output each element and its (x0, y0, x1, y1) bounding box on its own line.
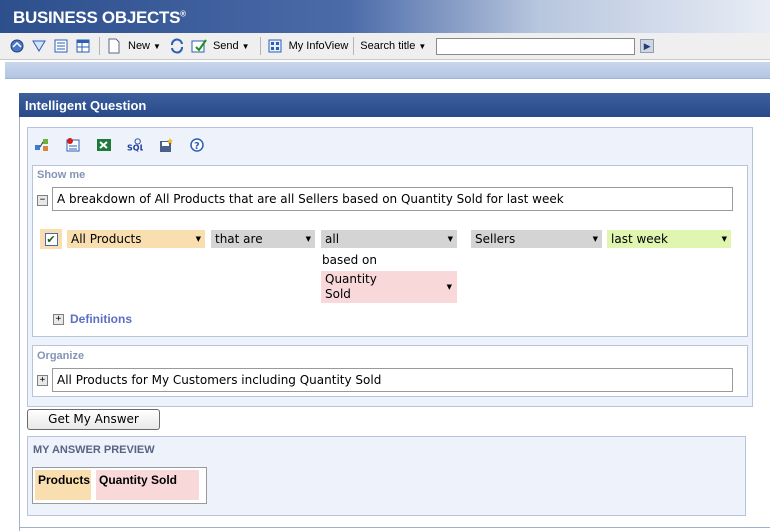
that-are-dropdown-value: that are (215, 232, 263, 246)
sellers-dropdown[interactable]: Sellers ▼ (471, 230, 602, 248)
preview-column-quantity-sold: Quantity Sold (96, 470, 199, 500)
report-icon[interactable] (65, 137, 81, 153)
my-infoview-link[interactable]: My InfoView (289, 40, 349, 52)
products-checkbox[interactable]: ✔ (44, 232, 58, 246)
chevron-down-icon: ▼ (305, 235, 311, 243)
app-banner: BUSINESS OBJECTS® (0, 0, 770, 33)
definitions-link[interactable]: Definitions (70, 312, 132, 326)
products-checkbox-wrap[interactable]: ✔ (40, 229, 62, 249)
get-my-answer-button[interactable]: Get My Answer (27, 409, 160, 430)
that-are-dropdown[interactable]: that are ▼ (211, 230, 315, 248)
go-arrow-icon[interactable]: ▶ (640, 39, 655, 53)
toolbar-separator (353, 37, 355, 55)
sellers-dropdown-value: Sellers (475, 232, 516, 246)
search-input[interactable] (436, 37, 636, 55)
show-me-sentence: A breakdown of All Products that are all… (52, 187, 733, 211)
answer-preview-label: MY ANSWER PREVIEW (33, 444, 155, 456)
send-dropdown-chevron-icon[interactable]: ▼ (242, 42, 250, 51)
logo-registered-mark: ® (180, 9, 186, 19)
products-dropdown[interactable]: All Products ▼ (67, 230, 205, 248)
quantity-sold-dropdown-value: Quantity Sold (325, 272, 377, 301)
infoview-icon[interactable] (267, 38, 283, 54)
products-dropdown-value: All Products (71, 232, 142, 246)
show-me-collapse-toggle[interactable]: − (37, 195, 48, 206)
organize-expand-toggle[interactable]: + (37, 375, 48, 386)
sql-icon[interactable]: SQL (127, 137, 143, 153)
svg-text:SQL: SQL (127, 143, 143, 152)
home-icon[interactable] (9, 38, 25, 54)
last-week-dropdown-value: last week (611, 232, 668, 246)
organize-label: Organize (37, 350, 85, 362)
based-on-label: based on (322, 253, 377, 267)
list-view-icon[interactable] (53, 38, 69, 54)
favorites-icon[interactable] (31, 38, 47, 54)
quantity-sold-dropdown[interactable]: Quantity Sold ▼ (321, 271, 457, 303)
new-dropdown-chevron-icon[interactable]: ▼ (153, 42, 161, 51)
business-objects-logo: BUSINESS OBJECTS® (13, 8, 186, 28)
toolbar-separator (99, 37, 100, 55)
logo-text: BUSINESS OBJECTS (13, 8, 181, 27)
question-tools: SQL ? (34, 136, 220, 154)
organize-sentence: All Products for My Customers including … (52, 368, 733, 392)
preview-column-products: Products (35, 470, 91, 500)
help-icon[interactable]: ? (189, 137, 205, 153)
search-dropdown-chevron-icon[interactable]: ▼ (418, 42, 426, 51)
save-icon[interactable] (158, 137, 174, 153)
chevron-down-icon: ▼ (447, 235, 453, 243)
all-dropdown[interactable]: all ▼ (321, 230, 457, 248)
panel-title: Intelligent Question (19, 93, 770, 117)
last-week-dropdown[interactable]: last week ▼ (607, 230, 731, 248)
details-view-icon[interactable] (75, 38, 91, 54)
svg-text:?: ? (194, 141, 200, 152)
send-icon[interactable] (191, 38, 207, 54)
show-me-label: Show me (37, 169, 86, 181)
header-strip (5, 62, 770, 79)
new-button[interactable]: New (128, 40, 150, 52)
all-dropdown-value: all (325, 232, 340, 246)
query-panel-icon[interactable] (34, 137, 50, 153)
send-button[interactable]: Send (213, 40, 239, 52)
search-title-dropdown[interactable]: Search title (360, 40, 415, 52)
chevron-down-icon: ▼ (446, 283, 452, 291)
main-toolbar: New ▼ Send ▼ My InfoView Search title ▼ … (0, 33, 770, 60)
chevron-down-icon: ▼ (721, 235, 727, 243)
refresh-icon[interactable] (169, 38, 185, 54)
definitions-expand-toggle[interactable]: + (53, 314, 64, 325)
document-icon[interactable] (106, 38, 122, 54)
toolbar-separator (259, 37, 261, 55)
chevron-down-icon: ▼ (592, 235, 598, 243)
panel-bottom-border (19, 527, 770, 528)
excel-icon[interactable] (96, 137, 112, 153)
chevron-down-icon: ▼ (195, 235, 201, 243)
